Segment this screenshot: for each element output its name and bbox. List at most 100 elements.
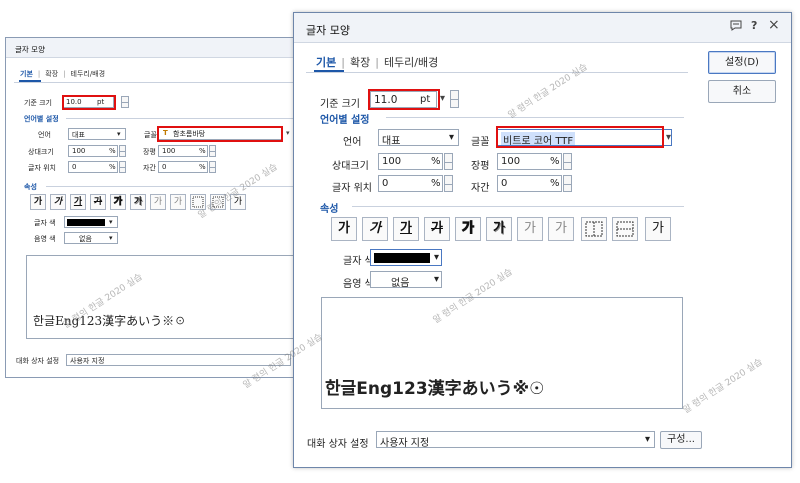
front-engrave-button[interactable]: 가 — [548, 217, 574, 241]
front-config-button[interactable]: 구성... — [660, 431, 702, 449]
back-dialog-setting-label: 대화 상자 설정 — [16, 357, 60, 365]
front-preview: 한글Eng123漢字あいう※☉ — [321, 297, 683, 409]
back-base-size-stepper[interactable] — [121, 96, 129, 108]
back-spacing-label: 자간 — [143, 164, 156, 172]
front-lang-select[interactable]: 대표 ▾ — [378, 129, 459, 146]
front-dialog-setting-select[interactable]: 사용자 지정 ▾ — [376, 431, 655, 448]
front-cancel-button[interactable]: 취소 — [708, 80, 776, 103]
front-rel-size-input[interactable]: 100 % — [378, 153, 443, 170]
front-tab-basic[interactable]: 기본 — [316, 54, 336, 70]
front-italic-button[interactable]: 가 — [362, 217, 388, 241]
back-text-color-swatch — [67, 219, 105, 226]
front-font-dropdown-icon[interactable]: ▾ — [666, 132, 671, 143]
front-text-color-select[interactable]: ▾ — [370, 249, 442, 266]
back-dialog: 글자 모양 기본 | 확장 | 테두리/배경 기준 크기 10.0 pt 언어별 설정 … — [5, 37, 307, 378]
front-width-input[interactable]: 100 % — [497, 153, 562, 170]
front-lang-label: 언어 — [343, 137, 362, 148]
front-spacing-stepper[interactable] — [563, 175, 572, 192]
back-shade-label: 음영 색 — [34, 235, 56, 243]
front-position-stepper[interactable] — [444, 175, 453, 192]
front-emboss-button[interactable]: 가 — [517, 217, 543, 241]
back-shade-select[interactable]: 없음 ▾ — [64, 232, 118, 244]
back-emboss-button[interactable]: 가 — [150, 194, 166, 210]
front-highlight-size — [368, 89, 440, 110]
front-shade-select[interactable]: 없음 ▾ — [370, 271, 442, 288]
front-base-size-stepper[interactable] — [450, 90, 459, 108]
front-width-label: 장평 — [471, 161, 490, 172]
back-width-stepper[interactable] — [209, 145, 216, 157]
front-tab-extend[interactable]: 확장 — [350, 54, 370, 70]
back-bold-button[interactable]: 가 — [30, 194, 46, 210]
front-preview-text: 한글Eng123漢字あいう※☉ — [325, 379, 545, 399]
front-superscript-icon[interactable] — [581, 217, 607, 241]
back-tab-divider — [14, 82, 298, 83]
back-position-label: 글자 위치 — [28, 164, 56, 172]
back-title: 글자 모양 — [15, 45, 45, 54]
back-position-input[interactable]: 0 % — [68, 161, 118, 173]
back-tab-border[interactable]: 테두리/배경 — [71, 69, 106, 79]
back-underline-button[interactable]: 가 — [70, 194, 86, 210]
back-width-label: 장평 — [143, 148, 156, 156]
back-tabs: 기본 | 확장 | 테두리/배경 — [20, 69, 106, 79]
back-highlight-font — [157, 126, 283, 142]
front-normal-button[interactable]: 가 — [645, 217, 671, 241]
back-italic-button[interactable]: 가 — [50, 194, 66, 210]
back-engrave-button[interactable]: 가 — [170, 194, 186, 210]
back-section-lang: 언어별 설정 — [24, 115, 59, 123]
front-section-lang: 언어별 설정 — [320, 115, 370, 126]
back-text-color-label: 글자 색 — [34, 219, 56, 227]
front-underline-button[interactable]: 가 — [393, 217, 419, 241]
front-text-color-swatch — [374, 253, 430, 263]
front-spacing-label: 자간 — [471, 183, 490, 194]
front-width-stepper[interactable] — [563, 153, 572, 170]
close-icon[interactable]: × — [768, 17, 780, 33]
front-dialog: 글자 모양 ? × 기본 | 확장 | 테두리/배경 기준 크기 11.0 pt ▾ 언… — [293, 12, 792, 468]
front-rel-size-stepper[interactable] — [444, 153, 453, 170]
back-spacing-stepper[interactable] — [209, 161, 216, 173]
front-spacing-input[interactable]: 0 % — [497, 175, 562, 192]
front-rel-size-label: 상대크기 — [332, 161, 369, 172]
front-settings-button[interactable]: 설정(D) — [708, 51, 776, 74]
back-font-label: 글꼴 — [144, 131, 157, 139]
back-width-input[interactable]: 100 % — [158, 145, 208, 157]
front-dialog-setting-label: 대화 상자 설정 — [307, 439, 369, 450]
front-shadow-button[interactable]: 가 — [486, 217, 512, 241]
front-tabs: 기본 | 확장 | 테두리/배경 — [316, 54, 439, 70]
help-icon[interactable]: ? — [751, 19, 757, 32]
back-spacing-input[interactable]: 0 % — [158, 161, 208, 173]
back-rel-size-input[interactable]: 100 % — [68, 145, 118, 157]
back-rel-size-label: 상대크기 — [28, 148, 54, 156]
back-lang-select[interactable]: 대표 ▾ — [68, 128, 126, 140]
back-lang-label: 언어 — [38, 131, 51, 139]
back-tab-basic[interactable]: 기본 — [20, 69, 33, 79]
front-strike-button[interactable]: 가 — [424, 217, 450, 241]
back-base-size-label: 기준 크기 — [24, 99, 52, 107]
back-strike-button[interactable]: 가 — [90, 194, 106, 210]
back-shadow-button[interactable]: 가 — [130, 194, 146, 210]
front-size-dropdown-icon[interactable]: ▾ — [440, 93, 445, 104]
back-rel-size-stepper[interactable] — [119, 145, 126, 157]
back-font-dropdown-icon[interactable]: ▾ — [286, 129, 290, 137]
front-highlight-font — [496, 126, 664, 148]
back-preview-text: 한글Eng123漢字あいう※☉ — [33, 314, 187, 328]
back-position-stepper[interactable] — [119, 161, 126, 173]
front-font-label: 글꼴 — [471, 137, 490, 148]
front-bold-button[interactable]: 가 — [331, 217, 357, 241]
front-titlebar: 글자 모양 ? × — [294, 13, 791, 43]
back-text-color-select[interactable]: ▾ — [64, 216, 118, 228]
front-section-attr: 속성 — [320, 204, 339, 215]
front-subscript-icon[interactable] — [612, 217, 638, 241]
back-outline-button[interactable]: 가 — [110, 194, 126, 210]
comment-icon[interactable] — [730, 20, 742, 31]
back-dialog-setting-select[interactable]: 사용자 지정 — [66, 354, 291, 366]
front-position-input[interactable]: 0 % — [378, 175, 443, 192]
front-tab-border[interactable]: 테두리/배경 — [384, 54, 438, 70]
front-position-label: 글자 위치 — [332, 183, 372, 194]
front-tab-divider — [306, 72, 688, 73]
back-titlebar: 글자 모양 — [6, 38, 304, 58]
front-title: 글자 모양 — [306, 24, 350, 37]
front-outline-button[interactable]: 가 — [455, 217, 481, 241]
front-base-size-label: 기준 크기 — [320, 99, 360, 110]
back-tab-extend[interactable]: 확장 — [45, 69, 58, 79]
back-highlight-size — [62, 95, 116, 110]
